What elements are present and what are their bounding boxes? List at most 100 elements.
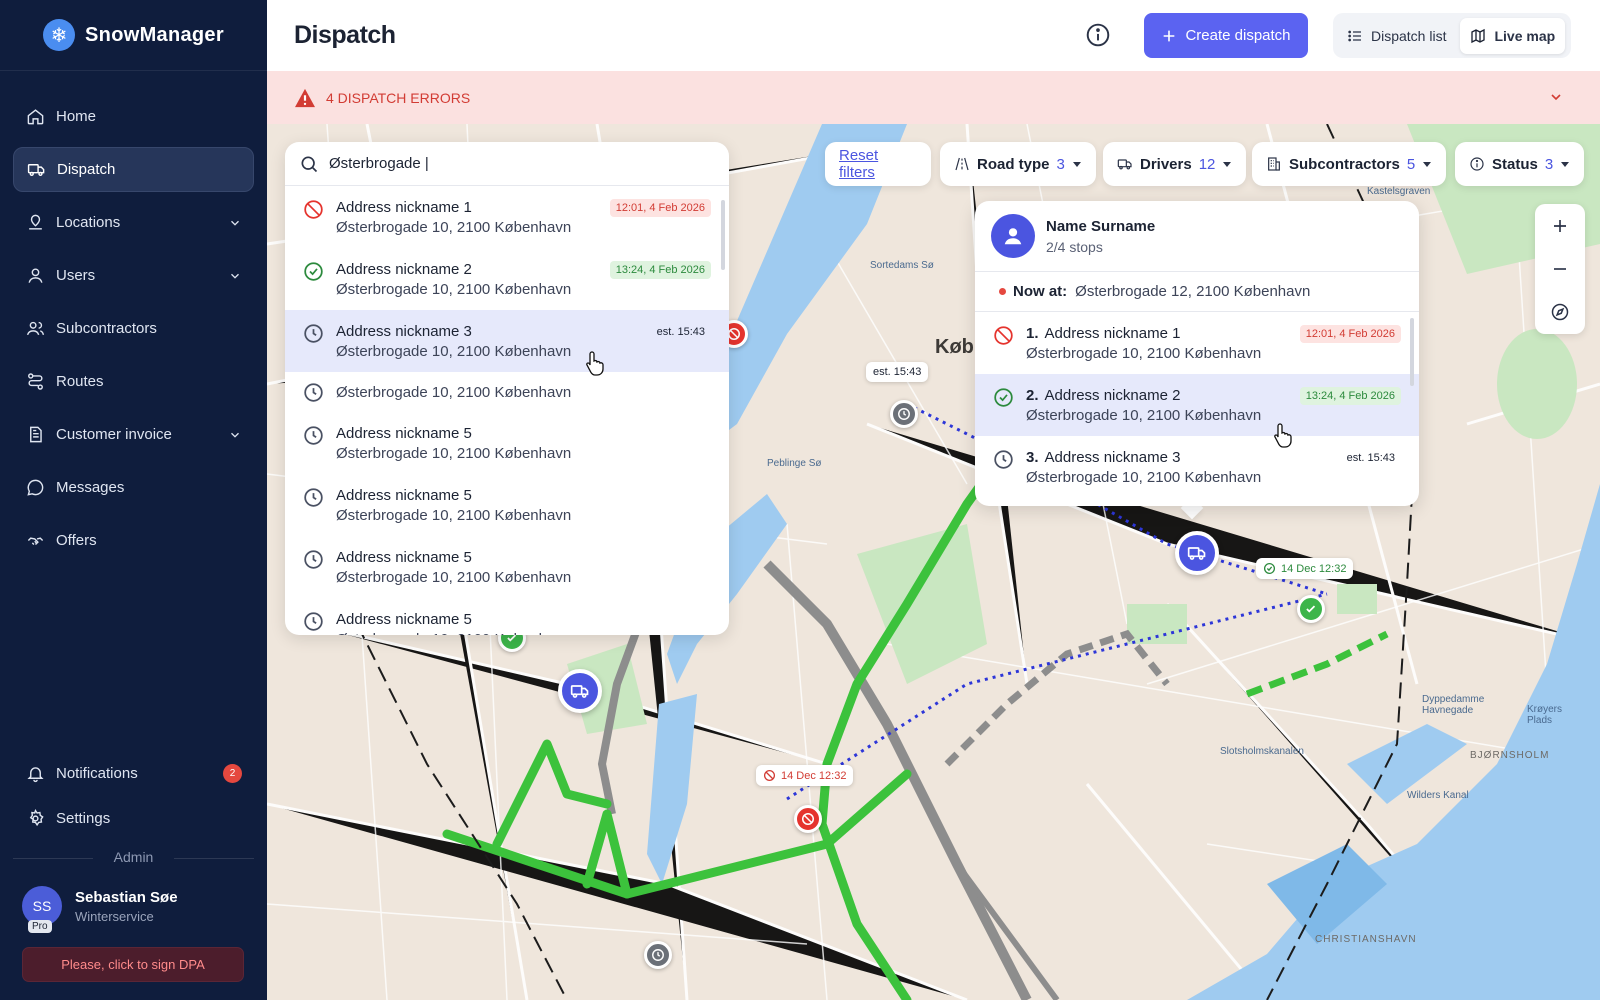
pending-stop-marker[interactable]: [890, 400, 918, 428]
address-nickname: Address nickname 1: [336, 199, 610, 216]
blocked-icon: [993, 325, 1014, 346]
address-nickname: Address nickname 3: [336, 323, 651, 340]
driver-truck-marker[interactable]: [1175, 531, 1219, 575]
result-text: Østerbrogade 10, 2100 København: [336, 384, 711, 401]
admin-label: Admin: [113, 849, 154, 865]
address-nickname-text: Address nickname 5: [336, 611, 472, 628]
search-result-item[interactable]: Address nickname 5 Østerbrogade 10, 2100 …: [285, 598, 729, 635]
user-icon: [25, 266, 45, 286]
search-result-item[interactable]: Address nickname 3 Østerbrogade 10, 2100 …: [285, 310, 729, 372]
driver-header: Name Surname 2/4 stops: [975, 201, 1419, 272]
driver-stops-list: 1. Address nickname 1 Østerbrogade 10, 210…: [975, 312, 1419, 498]
sidebar-item-messages[interactable]: Messages: [13, 465, 254, 510]
driver-stop-item[interactable]: 3. Address nickname 3 Østerbrogade 10, 210…: [975, 436, 1419, 498]
address-nickname-text: Address nickname 5: [336, 425, 472, 442]
address-line: Østerbrogade 10, 2100 København: [336, 281, 572, 298]
scrollbar[interactable]: [721, 200, 725, 270]
map-label: Sortedams Sø: [870, 260, 934, 271]
sidebar-item-offers[interactable]: Offers: [13, 518, 254, 563]
user-name: Sebastian Søe: [75, 888, 178, 906]
clock-icon: [303, 549, 324, 570]
sidebar-item-users[interactable]: Users: [13, 253, 254, 298]
driver-stop-item[interactable]: 1. Address nickname 1 Østerbrogade 10, 210…: [975, 312, 1419, 374]
sidebar-item-label: Dispatch: [57, 161, 116, 178]
clock-icon: [303, 323, 324, 344]
map-label: CHRISTIANSHAVN: [1315, 934, 1417, 945]
sidebar-item-dispatch[interactable]: Dispatch: [13, 147, 254, 192]
search-result-item[interactable]: Østerbrogade 10, 2100 København: [285, 372, 729, 412]
time-badge: 12:01, 4 Feb 2026: [609, 199, 711, 217]
completed-stop-time: 14 Dec 12:32: [1281, 562, 1347, 575]
stop-number: 3.: [1026, 449, 1039, 466]
drivers-label: Drivers: [1140, 155, 1192, 173]
subcontractors-label: Subcontractors: [1289, 155, 1400, 173]
sidebar-item-subcontractors[interactable]: Subcontractors: [13, 306, 254, 351]
search-result-item[interactable]: Address nickname 5 Østerbrogade 10, 2100 …: [285, 412, 729, 474]
create-dispatch-button[interactable]: Create dispatch: [1144, 13, 1308, 58]
snowflake-icon: ❄: [43, 19, 76, 51]
sidebar-item-home[interactable]: Home: [13, 94, 254, 139]
invoice-icon: [25, 425, 45, 445]
address-search-input[interactable]: [329, 155, 715, 172]
dispatch-list-tab[interactable]: Dispatch list: [1337, 18, 1456, 54]
sidebar-bottom: Notifications 2 Settings: [13, 751, 254, 849]
truck-icon: [570, 685, 589, 698]
status-filter[interactable]: Status 3: [1455, 142, 1585, 186]
sidebar: ❄ SnowManager Home Dispatch Locations Us…: [0, 0, 267, 1000]
search-result-item[interactable]: Address nickname 5 Østerbrogade 10, 2100 …: [285, 536, 729, 598]
search-result-item[interactable]: Address nickname 2 Østerbrogade 10, 2100 …: [285, 248, 729, 310]
sidebar-item-routes[interactable]: Routes: [13, 359, 254, 404]
avatar-initials: SS: [32, 898, 52, 914]
list-icon: [1348, 30, 1361, 41]
truck-icon: [1117, 159, 1132, 170]
reset-filters-button[interactable]: Reset filters: [825, 142, 931, 186]
plus-icon: [1554, 219, 1566, 232]
result-text: Address nickname 5 Østerbrogade 10, 2100 …: [336, 425, 711, 462]
blocked-icon: [303, 199, 324, 220]
sidebar-item-locations[interactable]: Locations: [13, 200, 254, 245]
bell-icon: [25, 764, 45, 784]
sidebar-item-settings[interactable]: Settings: [13, 796, 254, 841]
page-title: Dispatch: [294, 21, 396, 49]
zoom-in-button[interactable]: [1548, 214, 1572, 238]
address-nickname-text: Address nickname 5: [336, 487, 472, 504]
completed-stop-marker[interactable]: [1297, 595, 1325, 623]
time-badge: est. 15:43: [1346, 452, 1395, 464]
brand[interactable]: ❄ SnowManager: [0, 0, 267, 71]
map-label: Wilders Kanal: [1407, 790, 1469, 801]
zoom-out-button[interactable]: [1548, 257, 1572, 281]
search-result-item[interactable]: Address nickname 1 Østerbrogade 10, 2100 …: [285, 186, 729, 248]
chevron-down-icon: [231, 432, 239, 438]
result-text: Address nickname 5 Østerbrogade 10, 2100 …: [336, 549, 711, 586]
chevron-down-icon[interactable]: [1548, 89, 1564, 105]
map-icon: [1471, 28, 1486, 43]
subcontractors-filter[interactable]: Subcontractors 5: [1252, 142, 1447, 186]
address-line: Østerbrogade 10, 2100 København: [1026, 469, 1262, 486]
gear-icon: [25, 809, 45, 829]
driver-truck-marker[interactable]: [558, 669, 602, 713]
result-text: 2. Address nickname 2 Østerbrogade 10, 210…: [1026, 387, 1300, 424]
info-icon[interactable]: [1085, 22, 1111, 48]
address-nickname: 3. Address nickname 3: [1026, 449, 1341, 466]
header: Dispatch Create dispatch Dispatch list L…: [267, 0, 1600, 71]
address-nickname: Address nickname 5: [336, 487, 711, 504]
result-text: Address nickname 5 Østerbrogade 10, 2100 …: [336, 487, 711, 524]
sign-dpa-button[interactable]: Please, click to sign DPA: [22, 947, 244, 982]
user-profile[interactable]: SS Pro Sebastian Søe Winterservice: [22, 886, 178, 933]
drivers-filter[interactable]: Drivers 12: [1103, 142, 1247, 186]
compass-button[interactable]: [1548, 300, 1572, 324]
pending-stop-marker[interactable]: [644, 941, 672, 969]
blocked-stop-marker[interactable]: [794, 805, 822, 833]
driver-stop-item[interactable]: 2. Address nickname 2 Østerbrogade 10, 210…: [975, 374, 1419, 436]
hand-cursor-icon: [1274, 423, 1292, 448]
scrollbar[interactable]: [1410, 318, 1414, 386]
time-badge: 13:24, 4 Feb 2026: [1299, 387, 1401, 405]
road-type-filter[interactable]: Road type 3: [940, 142, 1096, 186]
sidebar-item-customer-invoice[interactable]: Customer invoice: [13, 412, 254, 457]
live-map-label: Live map: [1494, 27, 1556, 44]
live-map-tab[interactable]: Live map: [1460, 17, 1566, 54]
dispatch-errors-banner[interactable]: 4 DISPATCH ERRORS: [267, 71, 1600, 124]
drivers-count: 12: [1198, 155, 1216, 173]
search-result-item[interactable]: Address nickname 5 Østerbrogade 10, 2100 …: [285, 474, 729, 536]
sidebar-item-notifications[interactable]: Notifications 2: [13, 751, 254, 796]
